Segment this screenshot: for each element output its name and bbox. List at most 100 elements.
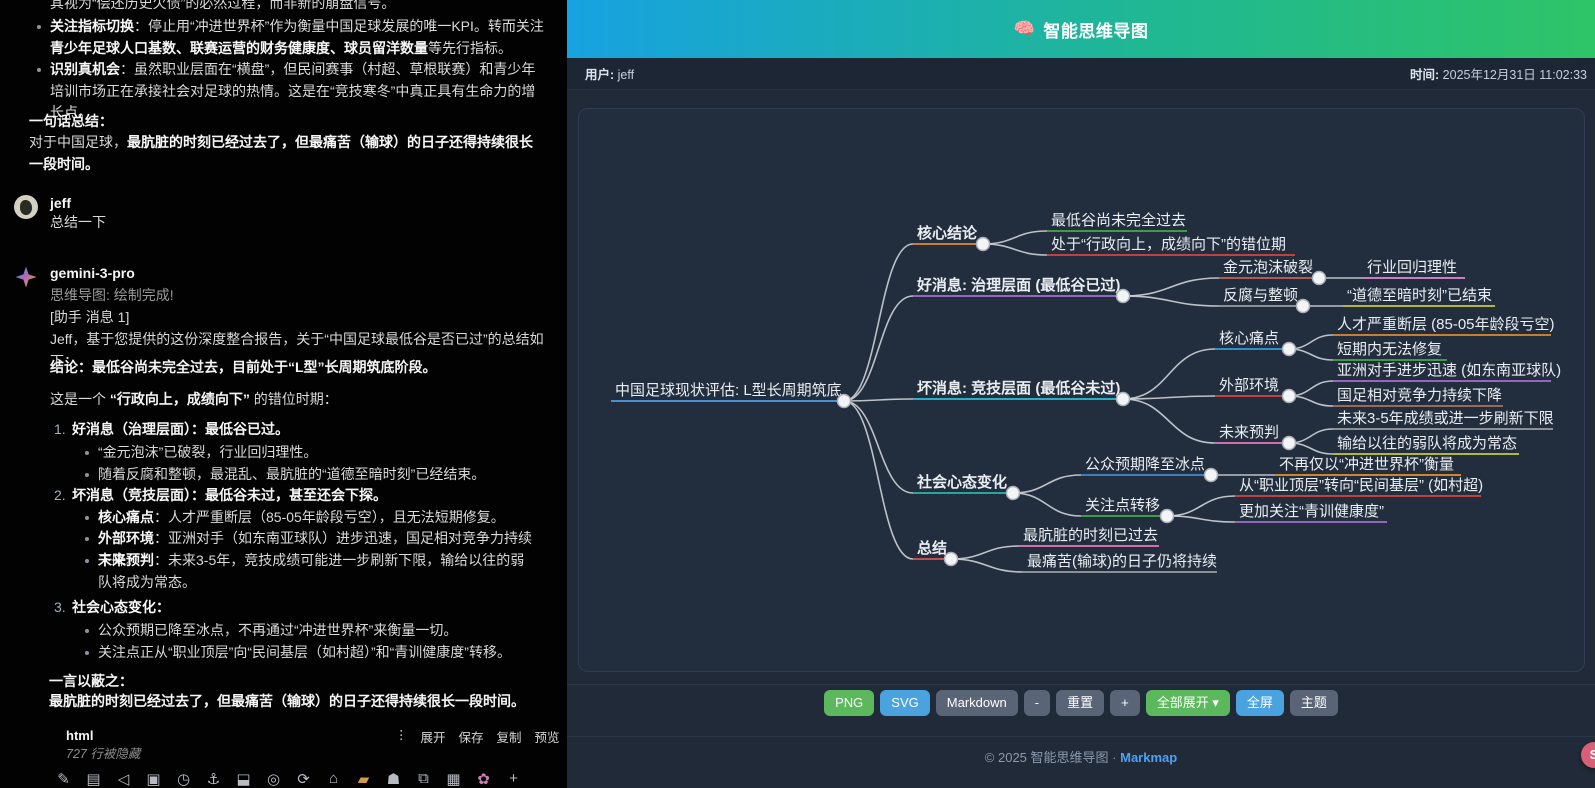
hidden-lines-note: 727 行被隐藏 [66, 744, 140, 766]
mindmap-collapse-dot[interactable] [1297, 300, 1310, 313]
mindmap-link [1013, 493, 1081, 516]
mindmap-node[interactable]: 更加关注“青训健康度” [1235, 503, 1387, 522]
mindmap-node[interactable]: 中国足球现状评估: L型长周期筑底 [611, 382, 844, 401]
grid-icon[interactable]: ▦ [445, 770, 462, 788]
mindmap-collapse-dot[interactable] [1283, 437, 1296, 450]
mindmap-canvas[interactable]: 中国足球现状评估: L型长周期筑底 核心结论 最低谷尚未完全过去处于“行政向上，成绩… [578, 108, 1585, 672]
plus-icon[interactable]: + [505, 770, 522, 788]
mindmap-node[interactable]: 坏消息: 竞技层面 (最低谷未过) [913, 379, 1123, 399]
fullscreen-button[interactable]: 全屏 [1236, 690, 1284, 716]
bullet-icon [85, 629, 89, 633]
mindmap-node[interactable]: 最肮脏的时刻已过去 [1019, 527, 1159, 546]
mindmap-node[interactable]: 输给以往的弱队将成为常态 [1333, 435, 1519, 454]
export-png-button[interactable]: PNG [824, 690, 874, 716]
mindmap-collapse-dot[interactable] [977, 238, 990, 251]
list-item: 识别真机会：虽然职业层面在“横盘”，但民间赛事（村超、草根联赛）和青少年培训市场… [37, 59, 545, 124]
svg-text:关注点转移: 关注点转移 [1085, 497, 1160, 514]
mindmap-node[interactable]: 国足相对竞争力持续下降 [1333, 386, 1503, 406]
record-icon[interactable]: ◎ [265, 770, 282, 788]
mindmap-collapse-dot[interactable] [1117, 393, 1130, 406]
copy-code-button[interactable]: 复制 [497, 727, 522, 746]
image-icon[interactable]: ▣ [145, 770, 162, 788]
mindmap-collapse-dot[interactable] [1161, 510, 1174, 523]
zoom-out-button[interactable]: - [1024, 690, 1050, 716]
mindmap-node[interactable]: 反腐与整顿 [1219, 286, 1303, 306]
expand-all-button[interactable]: 全部展开 ▾ [1146, 690, 1230, 716]
mindmap-collapse-dot[interactable] [1205, 469, 1218, 482]
user-message: 总结一下 [50, 212, 106, 234]
mindmap-node[interactable]: 外部环境 [1215, 376, 1289, 396]
mindmap-link [1123, 349, 1215, 399]
mindmap-node[interactable]: “道德至暗时刻”已结束 [1343, 286, 1495, 306]
user-icon[interactable]: ☗ [385, 770, 402, 788]
mindmap-node[interactable]: 核心痛点 [1215, 330, 1289, 349]
mindmap-node[interactable]: 公众预期降至冰点 [1081, 456, 1211, 475]
anchor-icon[interactable]: ⚓ [205, 770, 222, 788]
list-item: 公众预期已降至冰点，不再通过“冲进世界杯”来衡量一切。 [85, 620, 540, 642]
clock-icon[interactable]: ◷ [175, 770, 192, 788]
mindmap-collapse-dot[interactable] [838, 395, 851, 408]
mindmap-collapse-dot[interactable] [945, 553, 958, 566]
assistant-conclusion: 结论：最低谷尚未完全过去，目前处于“L型”长周期筑底阶段。 [50, 357, 550, 379]
code-menu-icon[interactable]: ⋮ [395, 727, 408, 746]
export-svg-button[interactable]: SVG [880, 690, 929, 716]
time-info: 时间: 2025年12月31日 11:02:33 [1410, 64, 1587, 83]
mindmap-node[interactable]: 亚洲对手进步迅速 (如东南亚球队) [1333, 362, 1561, 381]
mindmap-collapse-dot[interactable] [1313, 272, 1326, 285]
svg-text:短期内无法修复: 短期内无法修复 [1337, 340, 1442, 358]
mindmap-node[interactable]: 未来3-5年成绩或进一步刷新下限 [1333, 410, 1554, 429]
mindmap-node[interactable]: 短期内无法修复 [1333, 340, 1447, 360]
mindmap-node[interactable]: 最痛苦(输球)的日子仍将持续 [1023, 553, 1217, 572]
mindmap-node[interactable]: 金元泡沫破裂 [1219, 259, 1319, 278]
mindmap-node[interactable]: 好消息: 治理层面 (最低谷已过) [913, 276, 1123, 296]
ordered-marker: 1. [54, 419, 66, 441]
save-code-button[interactable]: 保存 [459, 727, 484, 746]
theme-button[interactable]: 主题 [1290, 690, 1338, 716]
mindmap-collapse-dot[interactable] [1283, 390, 1296, 403]
svg-text:“道德至暗时刻”已结束: “道德至暗时刻”已结束 [1347, 286, 1492, 304]
expand-code-button[interactable]: 展开 [421, 727, 446, 746]
svg-text:不再仅以“冲进世界杯”衡量: 不再仅以“冲进世界杯”衡量 [1279, 456, 1454, 473]
edit-icon[interactable]: ✎ [55, 770, 72, 788]
mindmap-link [1013, 475, 1081, 493]
svg-text:中国足球现状评估: L型长周期筑底: 中国足球现状评估: L型长周期筑底 [615, 382, 842, 399]
mindmap-node[interactable]: 行业回归理性 [1363, 259, 1465, 278]
mindmap-collapse-dot[interactable] [1117, 290, 1130, 303]
list-item-text: 关注点正从“职业顶层”向“民间基层（如村超）”和“青训健康度”转移。 [98, 644, 511, 660]
export-markdown-button[interactable]: Markdown [936, 690, 1018, 716]
home-icon[interactable]: ⌂ [325, 770, 342, 788]
svg-text:好消息: 治理层面 (最低谷已过): 好消息: 治理层面 (最低谷已过) [916, 276, 1120, 294]
svg-text:核心痛点: 核心痛点 [1219, 330, 1279, 347]
mindmap-node[interactable]: 从“职业顶层”转向“民间基层” (如村超) [1235, 477, 1483, 496]
svg-text:总结: 总结 [917, 539, 947, 557]
mindmap-node[interactable]: 最低谷尚未完全过去 [1047, 211, 1187, 231]
zoom-in-button[interactable]: + [1110, 690, 1140, 716]
mindmap-node[interactable]: 人才严重断层 (85-05年龄段亏空) [1333, 316, 1555, 335]
mindmap-collapse-dot[interactable] [1283, 343, 1296, 356]
copy-icon[interactable]: ⧉ [415, 770, 432, 788]
svg-text:亚洲对手进步迅速 (如东南亚球队): 亚洲对手进步迅速 (如东南亚球队) [1337, 362, 1561, 379]
ordered-item-title: 坏消息（竞技层面）：最低谷未过，甚至还会下探。 [72, 485, 542, 507]
mindmap-link [983, 231, 1047, 244]
mindmap-node[interactable]: 核心结论 [913, 224, 983, 244]
mindmap-link [983, 244, 1047, 255]
mindmap-node[interactable]: 处于“行政向上，成绩向下”的错位期 [1047, 236, 1295, 255]
refresh-icon[interactable]: ⟳ [295, 770, 312, 788]
mindmap-node[interactable]: 未来预判 [1215, 424, 1289, 443]
mindmap-collapse-dot[interactable] [1007, 487, 1020, 500]
ordered-marker: 2. [54, 485, 66, 507]
palette-icon[interactable]: ✿ [475, 770, 492, 788]
file-icon[interactable]: ▰ [355, 770, 372, 788]
mindmap-node[interactable]: 不再仅以“冲进世界杯”衡量 [1275, 456, 1461, 475]
svg-text:未来预判: 未来预判 [1219, 424, 1279, 441]
speaker-icon[interactable]: ◁ [115, 770, 132, 788]
mindmap-node[interactable]: 社会心态变化 [913, 473, 1013, 493]
list-item: 未来预判：未来3-5年，竞技成绩可能进一步刷新下限，输给以往的弱队将成为常态。 [85, 550, 533, 593]
reset-button[interactable]: 重置 [1056, 690, 1104, 716]
mindmap-svg[interactable]: 中国足球现状评估: L型长周期筑底 核心结论 最低谷尚未完全过去处于“行政向上，成绩… [579, 109, 1584, 671]
trash-icon[interactable]: ▤ [85, 770, 102, 788]
mindmap-node[interactable]: 关注点转移 [1081, 497, 1167, 516]
preview-code-button[interactable]: 预览 [535, 727, 560, 746]
markmap-link[interactable]: Markmap [1120, 750, 1177, 765]
save-icon[interactable]: ⬓ [235, 770, 252, 788]
